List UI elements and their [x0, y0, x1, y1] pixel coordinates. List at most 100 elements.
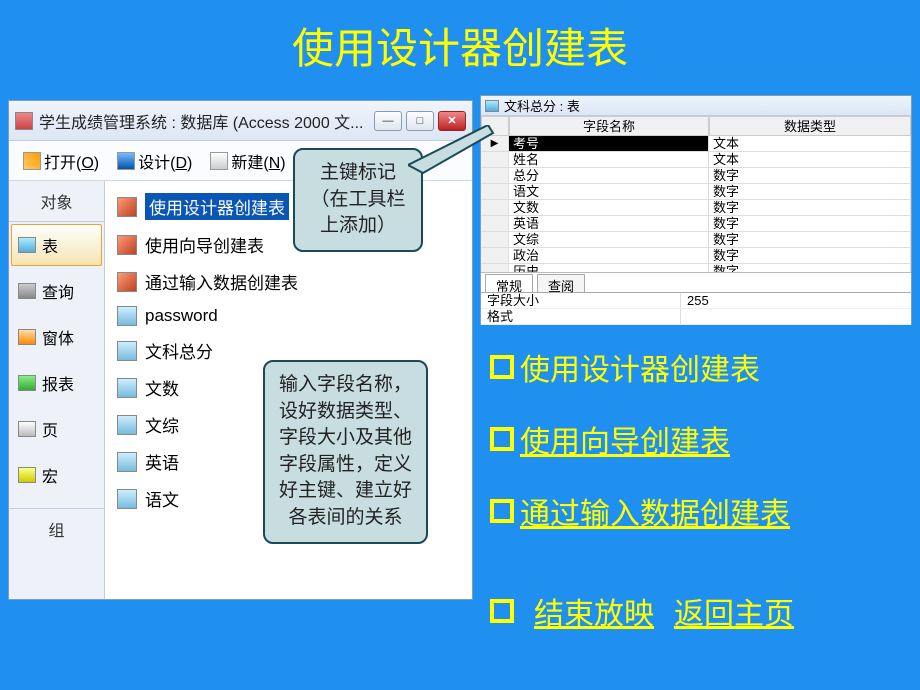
callout-field-setup: 输入字段名称，设好数据类型、字段大小及其他字段属性，定义好主键、建立好各表间的关…	[263, 360, 428, 544]
minimize-button[interactable]: —	[374, 111, 402, 131]
link-row: 使用向导创建表	[490, 417, 910, 461]
sidebar-item-table[interactable]: 表	[11, 224, 102, 266]
nav-link[interactable]: 使用向导创建表	[520, 417, 730, 461]
data-type-cell[interactable]: 数字	[709, 168, 911, 184]
list-item-label: 文综	[145, 412, 179, 437]
list-item-label: 通过输入数据创建表	[145, 269, 298, 294]
property-value[interactable]: 255	[681, 293, 911, 308]
row-selector[interactable]	[481, 152, 509, 168]
field-name-cell[interactable]: 考号	[509, 136, 709, 152]
sidebar-header-groups[interactable]: 组	[9, 508, 104, 549]
list-item-label: 使用向导创建表	[145, 232, 264, 257]
query-icon	[18, 283, 36, 299]
property-row[interactable]: 格式	[481, 309, 911, 325]
data-type-cell[interactable]: 文本	[709, 152, 911, 168]
field-row[interactable]: 英语数字	[481, 216, 911, 232]
list-item-label: 文科总分	[145, 338, 213, 363]
field-row[interactable]: 政治数字	[481, 248, 911, 264]
bullet-icon	[490, 499, 514, 523]
list-item-label: 英语	[145, 449, 179, 474]
field-row[interactable]: 姓名文本	[481, 152, 911, 168]
field-row[interactable]: 文数数字	[481, 200, 911, 216]
tab-lookup[interactable]: 查阅	[537, 274, 585, 292]
list-item-label: password	[145, 306, 218, 326]
sidebar-item-page[interactable]: 页	[9, 406, 104, 452]
link-return-home[interactable]: 返回主页	[674, 589, 794, 633]
sidebar-header-objects[interactable]: 对象	[9, 181, 104, 222]
table-design-window: 文科总分 : 表 字段名称 数据类型 ▶🔑考号文本姓名文本总分数字语文数字文数数…	[480, 95, 912, 325]
design-button[interactable]: 设计(D)	[111, 146, 198, 176]
property-row[interactable]: 字段大小255	[481, 293, 911, 309]
row-selector[interactable]	[481, 200, 509, 216]
table-icon	[117, 489, 137, 509]
property-label: 格式	[481, 309, 681, 324]
table-icon	[117, 452, 137, 472]
primary-key-icon[interactable]: ▶🔑	[481, 136, 509, 152]
field-name-cell[interactable]: 文数	[509, 200, 709, 216]
db-sidebar: 对象 表查询窗体报表页宏 组	[9, 181, 105, 599]
row-selector[interactable]	[481, 232, 509, 248]
field-row[interactable]: ▶🔑考号文本	[481, 136, 911, 152]
sidebar-item-label: 页	[42, 417, 58, 441]
list-item[interactable]: password	[111, 300, 466, 332]
design-title-text: 文科总分 : 表	[504, 96, 580, 115]
field-name-cell[interactable]: 政治	[509, 248, 709, 264]
nav-link[interactable]: 通过输入数据创建表	[520, 489, 790, 533]
sidebar-item-query[interactable]: 查询	[9, 268, 104, 314]
row-selector[interactable]	[481, 184, 509, 200]
field-name-column: 字段名称	[509, 116, 709, 136]
db-title-text: 学生成绩管理系统 : 数据库 (Access 2000 文...	[39, 109, 374, 133]
tab-general[interactable]: 常规	[485, 274, 533, 292]
field-row[interactable]: 文综数字	[481, 232, 911, 248]
open-button[interactable]: 打开(O)	[17, 146, 105, 176]
row-selector[interactable]	[481, 248, 509, 264]
wizard-icon	[117, 272, 137, 292]
table-icon	[117, 341, 137, 361]
bullet-icon	[490, 427, 514, 451]
row-selector[interactable]	[481, 216, 509, 232]
field-name-cell[interactable]: 文综	[509, 232, 709, 248]
field-name-cell[interactable]: 语文	[509, 184, 709, 200]
data-type-cell[interactable]: 数字	[709, 184, 911, 200]
field-row[interactable]: 语文数字	[481, 184, 911, 200]
table-icon	[117, 306, 137, 326]
sidebar-item-label: 表	[42, 233, 58, 257]
nav-link: 使用设计器创建表	[520, 345, 760, 389]
table-icon	[117, 415, 137, 435]
link-end-show[interactable]: 结束放映	[534, 589, 654, 633]
data-type-cell[interactable]: 数字	[709, 232, 911, 248]
data-type-cell[interactable]: 数字	[709, 200, 911, 216]
maximize-button[interactable]: □	[406, 111, 434, 131]
slide-title: 使用设计器创建表	[0, 0, 920, 91]
wizard-icon	[117, 235, 137, 255]
form-icon	[18, 329, 36, 345]
design-icon	[117, 152, 135, 170]
property-value[interactable]	[681, 309, 911, 324]
sidebar-item-label: 宏	[42, 463, 58, 487]
data-type-cell[interactable]: 数字	[709, 216, 911, 232]
list-item-label: 语文	[145, 486, 179, 511]
new-button[interactable]: 新建(N)	[204, 146, 291, 176]
field-name-cell[interactable]: 姓名	[509, 152, 709, 168]
db-titlebar: 学生成绩管理系统 : 数据库 (Access 2000 文... — □ ✕	[9, 101, 472, 141]
field-name-cell[interactable]: 总分	[509, 168, 709, 184]
row-selector[interactable]	[481, 168, 509, 184]
list-item-label: 文数	[145, 375, 179, 400]
bullet-icon	[490, 355, 514, 379]
field-name-cell[interactable]: 英语	[509, 216, 709, 232]
field-row[interactable]: 总分数字	[481, 168, 911, 184]
property-label: 字段大小	[481, 293, 681, 308]
new-icon	[210, 152, 228, 170]
close-button[interactable]: ✕	[438, 111, 466, 131]
list-item[interactable]: 通过输入数据创建表	[111, 263, 466, 300]
data-type-cell[interactable]: 文本	[709, 136, 911, 152]
link-row: 使用设计器创建表	[490, 345, 910, 389]
sidebar-item-label: 查询	[42, 279, 74, 303]
sidebar-item-macro[interactable]: 宏	[9, 452, 104, 498]
sidebar-item-report[interactable]: 报表	[9, 360, 104, 406]
callout-primary-key: 主键标记（在工具栏上添加）	[293, 148, 423, 252]
sidebar-item-label: 报表	[42, 371, 74, 395]
data-type-cell[interactable]: 数字	[709, 248, 911, 264]
sidebar-item-form[interactable]: 窗体	[9, 314, 104, 360]
table-icon	[117, 378, 137, 398]
